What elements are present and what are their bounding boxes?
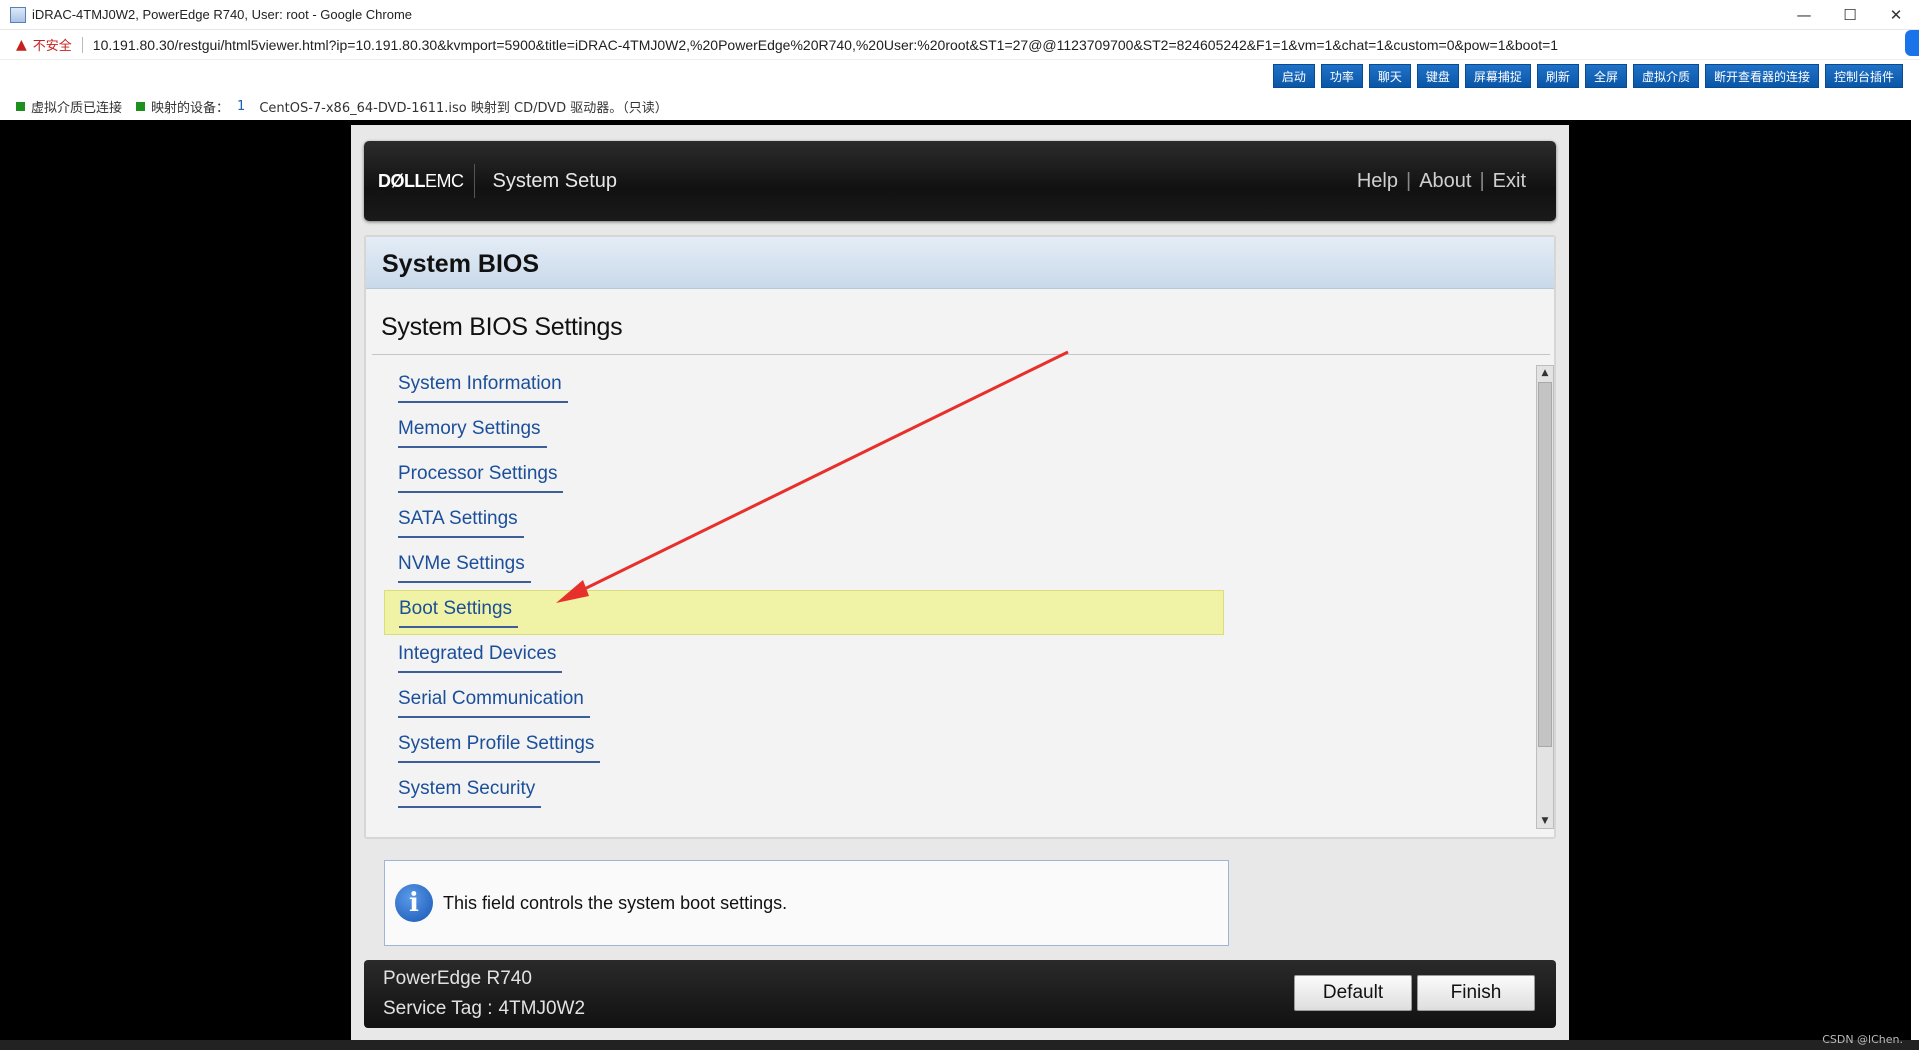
logo-emc: EMC	[425, 170, 464, 191]
address-bar[interactable]: ▲ 不安全 10.191.80.30/restgui/html5viewer.h…	[0, 30, 1919, 60]
minimize-button[interactable]: —	[1781, 0, 1827, 30]
menu-item-system-profile-settings[interactable]: System Profile Settings	[384, 725, 1224, 770]
scroll-thumb[interactable]	[1538, 382, 1552, 747]
menu-item-processor-settings[interactable]: Processor Settings	[384, 455, 1224, 500]
mapped-devices-status: 映射的设备： 1 CentOS-7-x86_64-DVD-1611.iso 映射…	[136, 97, 668, 116]
launch-button[interactable]: 启动	[1272, 64, 1315, 88]
watermark: CSDN @lChen.	[1822, 1033, 1903, 1046]
menu-item-label[interactable]: Integrated Devices	[398, 643, 563, 673]
remote-console-screen[interactable]: DØLLEMC System Setup Help | About | Exit…	[351, 125, 1569, 1040]
help-message-box: i This field controls the system boot se…	[384, 860, 1229, 946]
menu-item-system-information[interactable]: System Information	[384, 365, 1224, 410]
finish-button[interactable]: Finish	[1417, 975, 1535, 1011]
menu-item-label[interactable]: Boot Settings	[399, 598, 519, 628]
virtual-media-button[interactable]: 虚拟介质	[1632, 64, 1699, 88]
help-link[interactable]: Help	[1357, 170, 1398, 193]
section-divider	[372, 354, 1550, 355]
disconnect-viewer-button[interactable]: 断开查看器的连接	[1704, 64, 1819, 88]
close-button[interactable]: ✕	[1873, 0, 1919, 30]
mapped-devices-count: 1	[237, 98, 246, 114]
bios-settings-menu: System Information Memory Settings Proce…	[384, 365, 1224, 815]
power-button[interactable]: 功率	[1320, 64, 1363, 88]
service-tag: Service Tag :4TMJ0W2	[383, 998, 585, 1020]
menu-item-label[interactable]: SATA Settings	[398, 508, 524, 538]
viewer-toolbar: 启动 功率 聊天 键盘 屏幕捕捉 刷新 全屏 虚拟介质 断开查看器的连接 控制台…	[0, 60, 1911, 92]
extension-icon[interactable]	[1905, 30, 1919, 56]
exit-link[interactable]: Exit	[1493, 170, 1526, 193]
header-links: Help | About | Exit	[1357, 170, 1526, 193]
browser-titlebar: iDRAC-4TMJ0W2, PowerEdge R740, User: roo…	[0, 0, 1919, 30]
logo-dell: DØLL	[378, 170, 426, 191]
fullscreen-button[interactable]: 全屏	[1584, 64, 1627, 88]
menu-item-system-security[interactable]: System Security	[384, 770, 1224, 815]
chat-button[interactable]: 聊天	[1368, 64, 1411, 88]
panel-title: System BIOS	[382, 250, 540, 278]
menu-item-label[interactable]: System Profile Settings	[398, 733, 601, 763]
menu-item-nvme-settings[interactable]: NVMe Settings	[384, 545, 1224, 590]
vmedia-connected-label: 虚拟介质已连接	[31, 100, 123, 116]
console-plugin-button[interactable]: 控制台插件	[1824, 64, 1903, 88]
window-right-edge	[1911, 60, 1919, 1050]
scroll-up-icon[interactable]: ▲	[1537, 366, 1553, 380]
mapped-indicator-icon	[136, 101, 146, 111]
mapped-devices-detail: CentOS-7-x86_64-DVD-1611.iso 映射到 CD/DVD …	[259, 100, 668, 116]
section-title: System BIOS Settings	[381, 313, 623, 341]
screen-capture-button[interactable]: 屏幕捕捉	[1464, 64, 1531, 88]
page-favicon-icon	[10, 6, 26, 23]
url-text[interactable]: 10.191.80.30/restgui/html5viewer.html?ip…	[93, 37, 1558, 53]
app-title: System Setup	[492, 169, 618, 192]
window-title: iDRAC-4TMJ0W2, PowerEdge R740, User: roo…	[32, 7, 413, 22]
menu-item-boot-settings[interactable]: Boot Settings	[384, 590, 1224, 635]
maximize-button[interactable]: ☐	[1827, 0, 1873, 30]
service-tag-label: Service Tag :	[383, 998, 493, 1019]
menu-item-label[interactable]: Serial Communication	[398, 688, 590, 718]
menu-item-label[interactable]: System Security	[398, 778, 542, 808]
window-controls: — ☐ ✕	[1781, 0, 1919, 30]
address-divider	[81, 36, 83, 53]
system-model: PowerEdge R740	[383, 968, 532, 989]
refresh-button[interactable]: 刷新	[1536, 64, 1579, 88]
panel-header: System BIOS	[366, 237, 1554, 289]
connected-indicator-icon	[16, 101, 25, 111]
menu-item-serial-communication[interactable]: Serial Communication	[384, 680, 1224, 725]
menu-item-sata-settings[interactable]: SATA Settings	[384, 500, 1224, 545]
menu-item-integrated-devices[interactable]: Integrated Devices	[384, 635, 1224, 680]
header-divider	[473, 164, 475, 198]
taskbar-strip	[0, 1040, 1919, 1050]
menu-item-label[interactable]: NVMe Settings	[398, 553, 531, 583]
scroll-down-icon[interactable]: ▼	[1537, 814, 1553, 828]
menu-item-label[interactable]: Memory Settings	[398, 418, 547, 448]
link-separator: |	[1479, 169, 1485, 192]
menu-item-label[interactable]: Processor Settings	[398, 463, 564, 493]
menu-item-label[interactable]: System Information	[398, 373, 568, 403]
vmedia-connected-status: 虚拟介质已连接	[16, 97, 122, 116]
virtual-media-status: 虚拟介质已连接 映射的设备： 1 CentOS-7-x86_64-DVD-161…	[0, 92, 1911, 120]
help-text: This field controls the system boot sett…	[443, 892, 788, 913]
system-bios-panel: System BIOS System BIOS Settings System …	[364, 235, 1556, 839]
about-link[interactable]: About	[1419, 170, 1471, 193]
menu-scrollbar[interactable]: ▲ ▼	[1536, 365, 1554, 829]
keyboard-button[interactable]: 键盘	[1416, 64, 1459, 88]
info-icon: i	[395, 884, 433, 922]
default-button[interactable]: Default	[1294, 975, 1412, 1011]
link-separator: |	[1405, 169, 1412, 192]
warning-icon[interactable]: ▲	[16, 37, 27, 53]
not-secure-label[interactable]: 不安全	[33, 35, 72, 54]
mapped-devices-label: 映射的设备：	[151, 100, 230, 116]
setup-footer: PowerEdge R740 Service Tag :4TMJ0W2 Defa…	[364, 960, 1556, 1028]
service-tag-value: 4TMJ0W2	[498, 998, 586, 1019]
dell-emc-logo: DØLLEMC	[378, 171, 464, 192]
system-setup-header: DØLLEMC System Setup Help | About | Exit	[364, 141, 1556, 221]
menu-item-memory-settings[interactable]: Memory Settings	[384, 410, 1224, 455]
